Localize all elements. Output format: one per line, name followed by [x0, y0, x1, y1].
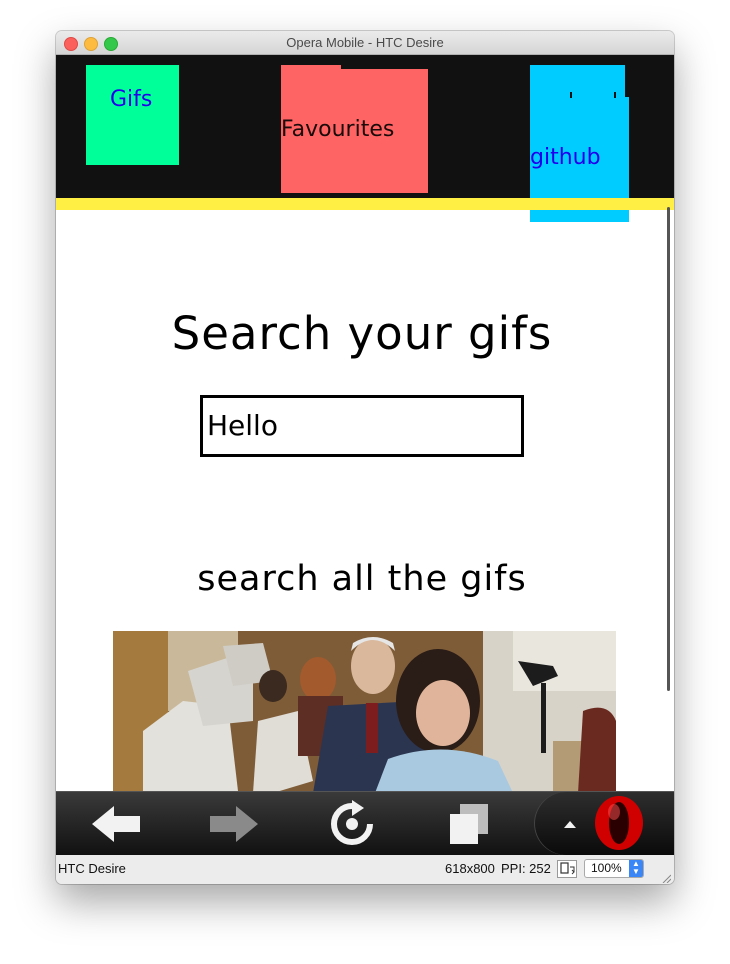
tabs-icon[interactable]	[438, 800, 498, 848]
nav-link-github[interactable]: github	[530, 145, 601, 170]
forward-arrow-icon[interactable]	[206, 800, 266, 848]
search-input[interactable]: Hello	[200, 395, 524, 457]
status-bar: HTC Desire 618x800 PPI: 252 100% ▲ ▼	[56, 855, 674, 884]
nav-gifs-tile[interactable]	[86, 65, 179, 165]
back-arrow-icon[interactable]	[88, 800, 148, 848]
nav-github-tile-top	[530, 65, 625, 97]
opera-menu-area[interactable]	[534, 792, 674, 855]
zoom-value: 100%	[591, 861, 622, 875]
nav-underline-bar	[56, 198, 674, 210]
vertical-scrollbar[interactable]	[667, 207, 670, 691]
top-navbar: Gifs Favourites github	[56, 55, 674, 222]
window-title: Opera Mobile - HTC Desire	[286, 35, 444, 50]
page-viewport: Gifs Favourites github Search your gifs …	[56, 55, 674, 791]
reload-icon[interactable]	[322, 800, 382, 848]
nav-link-gifs[interactable]: Gifs	[110, 87, 152, 112]
rotate-icon	[560, 862, 575, 875]
device-name: HTC Desire	[58, 861, 126, 876]
tick-mark	[570, 92, 572, 98]
rotate-device-button[interactable]	[557, 860, 577, 878]
nav-link-favourites[interactable]: Favourites	[281, 117, 394, 142]
title-bar[interactable]: Opera Mobile - HTC Desire	[56, 31, 674, 55]
browser-toolbar	[56, 791, 674, 855]
resize-grip-icon[interactable]	[661, 871, 672, 884]
zoom-select[interactable]: 100% ▲ ▼	[584, 859, 644, 878]
results-heading: search all the gifs	[197, 559, 527, 599]
screen-ppi: PPI: 252	[501, 861, 551, 876]
tick-mark	[614, 92, 616, 98]
chevron-updown-icon: ▲ ▼	[629, 860, 643, 877]
screen-resolution: 618x800	[445, 861, 495, 876]
browser-window: Opera Mobile - HTC Desire Gifs Favourite…	[56, 31, 674, 884]
page-title: Search your gifs	[171, 307, 553, 360]
gif-result-image[interactable]	[113, 631, 616, 791]
